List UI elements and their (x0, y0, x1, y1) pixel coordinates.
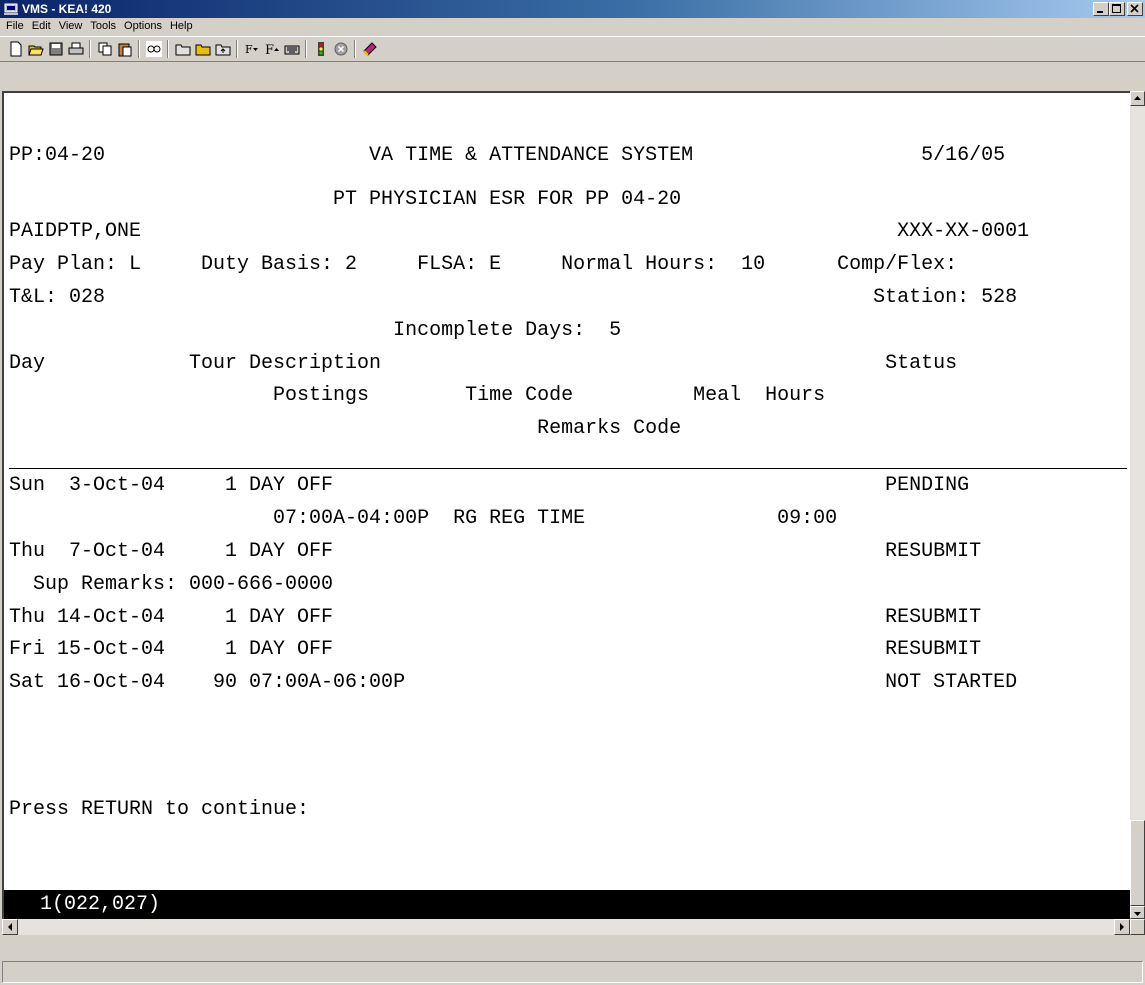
font-down-icon[interactable]: F (244, 41, 260, 57)
menu-tools[interactable]: Tools (86, 18, 120, 35)
paste-icon[interactable] (117, 41, 133, 57)
scroll-up-button[interactable] (1130, 91, 1145, 106)
maximize-button[interactable] (1109, 2, 1125, 16)
svg-text:F: F (245, 43, 253, 56)
remarks-row: Sup Remarks: 000-666-0000 (9, 573, 334, 596)
svg-text:F: F (265, 43, 274, 57)
terminal-status-line: 1(022,027) (4, 890, 1130, 919)
new-icon[interactable] (8, 41, 24, 57)
open-icon[interactable] (28, 41, 44, 57)
minimize-icon (1097, 11, 1103, 13)
menu-edit[interactable]: Edit (28, 18, 55, 35)
continue-prompt: Press RETURN to continue: (9, 798, 310, 821)
incomplete-days-line: Incomplete Days: 5 (9, 319, 622, 342)
header-divider (9, 468, 1127, 469)
terminal-screen[interactable]: PP:04-20 VA TIME & ATTENDANCE SYSTEM 5/1… (4, 93, 1130, 919)
window-controls (1093, 2, 1143, 16)
menu-options[interactable]: Options (120, 18, 166, 35)
toolbar-separator (354, 40, 356, 58)
close-button[interactable] (1127, 2, 1143, 16)
toolbar-separator (305, 40, 307, 58)
posting-row: 07:00A-04:00P RG REG TIME 09:00 (9, 507, 838, 530)
employee-name-line: PAIDPTP,ONE XXX-XX-0001 (9, 220, 1030, 243)
day-row: Sun 3-Oct-04 1 DAY OFF PENDING (9, 474, 970, 497)
toolbar-separator (138, 40, 140, 58)
menu-file[interactable]: File (0, 18, 28, 35)
column-header-3: Remarks Code (9, 417, 682, 440)
maximize-icon (1112, 4, 1121, 13)
toolbar-separator (89, 40, 91, 58)
arrow-up-icon (1134, 96, 1141, 100)
folder-icon[interactable] (175, 41, 191, 57)
font-up-icon[interactable]: F (264, 41, 280, 57)
traffic-light-icon[interactable] (313, 41, 329, 57)
close-icon (1130, 4, 1139, 13)
day-row: Thu 7-Oct-04 1 DAY OFF RESUBMIT (9, 540, 982, 563)
day-row: Fri 15-Oct-04 1 DAY OFF RESUBMIT (9, 638, 982, 661)
connect-icon[interactable] (146, 41, 162, 57)
title-bar: VMS - KEA! 420 (0, 0, 1145, 18)
menu-view[interactable]: View (55, 18, 87, 35)
terminal-app-icon (4, 3, 18, 15)
book-icon[interactable] (362, 41, 378, 57)
resize-corner[interactable] (1130, 919, 1145, 935)
header-line-1: PP:04-20 VA TIME & ATTENDANCE SYSTEM 5/1… (9, 144, 1006, 167)
menu-help[interactable]: Help (166, 18, 197, 35)
folder-open-icon[interactable] (195, 41, 211, 57)
save-icon[interactable] (48, 41, 64, 57)
print-icon[interactable] (68, 41, 84, 57)
toolbar-separator (236, 40, 238, 58)
copy-icon[interactable] (97, 41, 113, 57)
window-title: VMS - KEA! 420 (22, 2, 112, 16)
column-header-2: Postings Time Code Meal Hours (9, 384, 826, 407)
scroll-down-button[interactable] (1130, 906, 1145, 919)
menu-bar: File Edit View Tools Options Help (0, 18, 1145, 35)
minimize-button[interactable] (1093, 2, 1109, 16)
terminal-frame: PP:04-20 VA TIME & ATTENDANCE SYSTEM 5/1… (2, 91, 1130, 919)
scroll-right-button[interactable] (1114, 919, 1130, 935)
column-header-1: Day Tour Description Status (9, 352, 958, 375)
toolbar-separator (167, 40, 169, 58)
arrow-right-icon (1120, 923, 1124, 931)
day-row: Sat 16-Oct-04 90 07:00A-06:00P NOT START… (9, 671, 1018, 694)
arrow-left-icon (8, 923, 12, 931)
day-row: Thu 14-Oct-04 1 DAY OFF RESUBMIT (9, 606, 982, 629)
keyboard-icon[interactable] (284, 41, 300, 57)
pay-plan-line: Pay Plan: L Duty Basis: 2 FLSA: E Normal… (9, 253, 958, 276)
folder-up-icon[interactable] (215, 41, 231, 57)
stop-icon[interactable] (333, 41, 349, 57)
toolbar: F F (0, 36, 1145, 62)
scroll-thumb[interactable] (1130, 820, 1145, 906)
horizontal-scrollbar[interactable] (2, 919, 1130, 935)
scroll-left-button[interactable] (2, 919, 18, 935)
status-bar (2, 961, 1143, 983)
tl-station-line: T&L: 028 Station: 528 (9, 286, 1018, 309)
header-line-2: PT PHYSICIAN ESR FOR PP 04-20 (9, 188, 682, 211)
vertical-scrollbar[interactable] (1130, 91, 1145, 919)
